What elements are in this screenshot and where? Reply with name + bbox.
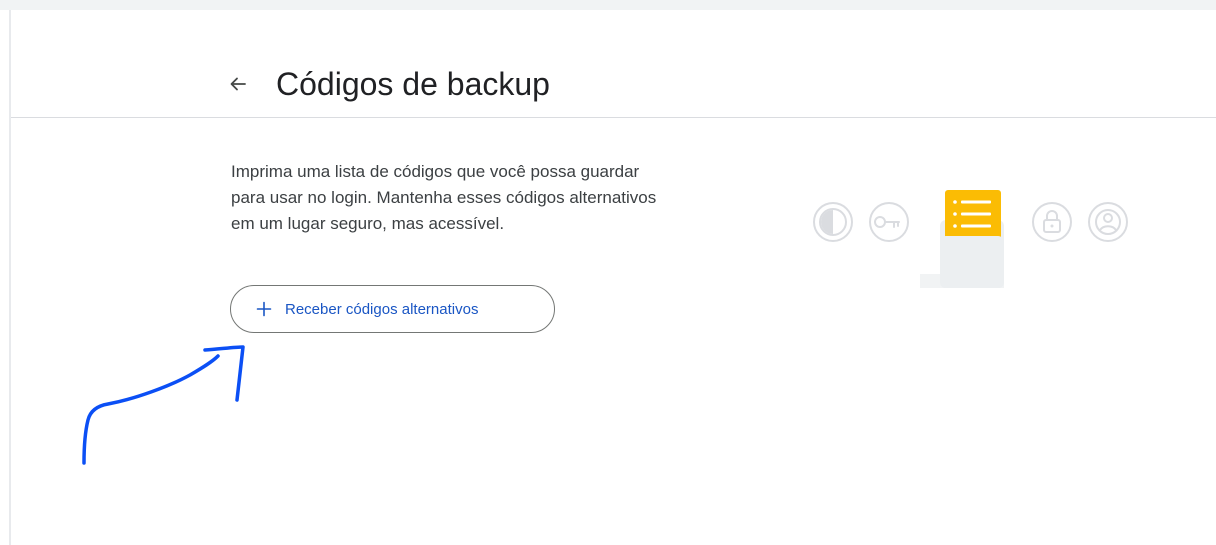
top-strip xyxy=(0,0,1216,10)
plus-icon xyxy=(255,300,273,318)
key-icon xyxy=(869,202,909,242)
lock-icon xyxy=(1032,202,1072,242)
description-line: Imprima uma lista de códigos que você po… xyxy=(231,162,640,181)
get-backup-codes-button[interactable]: Receber códigos alternativos xyxy=(230,285,555,333)
description-line: para usar no login. Mantenha esses códig… xyxy=(231,188,657,207)
description-line: em um lugar seguro, mas acessível. xyxy=(231,214,505,233)
security-illustration xyxy=(813,190,1128,288)
shield-icon xyxy=(813,202,853,242)
description: Imprima uma lista de códigos que você po… xyxy=(231,159,751,237)
page: Códigos de backup Imprima uma lista de c… xyxy=(0,0,1216,545)
account-icon xyxy=(1088,202,1128,242)
document-list-icon xyxy=(920,190,1004,288)
arrow-back-icon xyxy=(230,77,246,91)
page-title: Códigos de backup xyxy=(276,66,550,102)
left-border xyxy=(9,10,11,545)
header-divider xyxy=(11,117,1216,118)
back-button[interactable] xyxy=(222,64,254,104)
get-backup-codes-label: Receber códigos alternativos xyxy=(285,300,479,318)
